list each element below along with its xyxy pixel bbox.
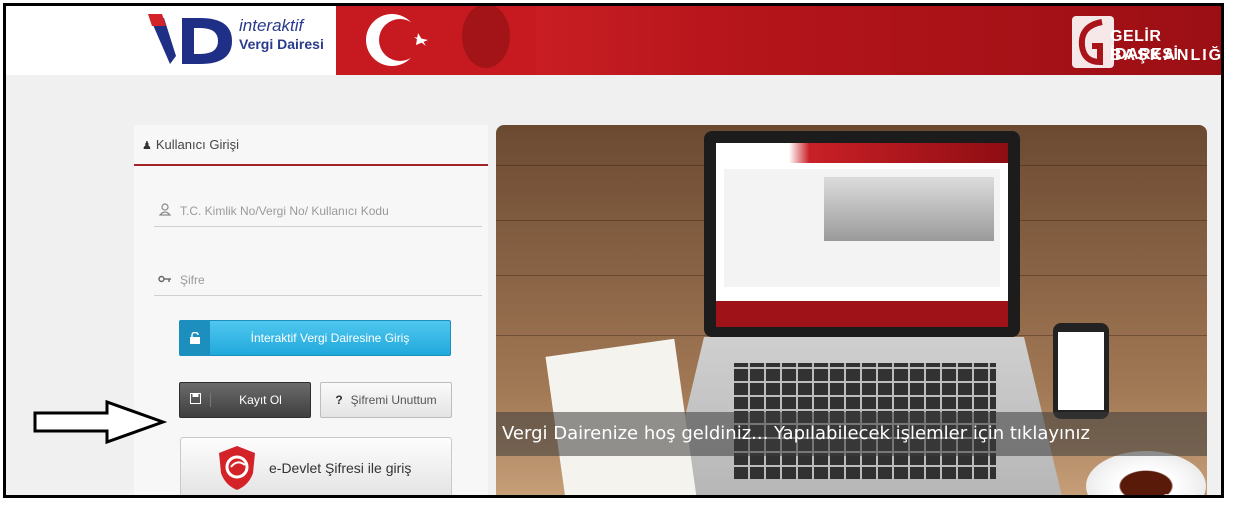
image-slider[interactable]: Vergi Dairenize hoş geldiniz... Yapılabi… xyxy=(496,125,1207,495)
login-title-text: Kullanıcı Girişi xyxy=(155,137,239,152)
site-header: interaktif Vergi Dairesi GELİR İDARESİ B… xyxy=(6,6,1221,75)
slider-caption[interactable]: Vergi Dairenize hoş geldiniz... Yapılabi… xyxy=(502,423,1090,444)
login-panel: ♟ Kullanıcı Girişi T.C. Kimlik No/Vergi N… xyxy=(134,125,488,495)
password-input[interactable]: Şifre xyxy=(154,265,482,296)
slider-dot[interactable] xyxy=(1162,494,1171,495)
login-divider xyxy=(134,164,488,166)
forgot-password-label: Şifremi Unuttum xyxy=(350,393,437,407)
ivd-login-label: İnteraktif Vergi Dairesine Giriş xyxy=(250,331,410,345)
phone-image xyxy=(1053,323,1109,419)
slider-dot[interactable] xyxy=(1188,494,1197,495)
turkish-flag-icon xyxy=(336,6,536,75)
laptop-screen-image xyxy=(704,131,1020,337)
slider-dot[interactable] xyxy=(1175,494,1184,495)
user-icon: ♟ xyxy=(142,140,152,152)
phone-screen xyxy=(1058,332,1104,410)
logo-text-vergi-dairesi: Vergi Dairesi xyxy=(239,36,324,52)
preview-body xyxy=(724,169,1000,287)
floppy-icon xyxy=(180,393,211,407)
preview-footer xyxy=(716,301,1008,327)
key-icon xyxy=(154,273,176,287)
laptop-website-preview xyxy=(716,143,1008,327)
question-icon: ? xyxy=(335,393,343,407)
person-icon xyxy=(154,203,176,219)
forgot-password-button[interactable]: ? Şifremi Unuttum xyxy=(320,382,452,418)
user-id-input[interactable]: T.C. Kimlik No/Vergi No/ Kullanıcı Kodu xyxy=(154,196,482,227)
slider-pagination xyxy=(1162,494,1197,495)
edevlet-login-label: e-Devlet Şifresi ile giriş xyxy=(269,460,412,476)
user-id-placeholder: T.C. Kimlik No/Vergi No/ Kullanıcı Kodu xyxy=(180,204,389,218)
logo-text-interaktif: interaktif xyxy=(239,16,304,35)
ivd-login-button[interactable]: İnteraktif Vergi Dairesine Giriş xyxy=(179,320,451,356)
edevlet-login-button[interactable]: e-Devlet Şifresi ile giriş xyxy=(180,437,452,495)
org-name-line2: BAŞKANLIĞI xyxy=(1110,47,1224,64)
edevlet-shield-icon xyxy=(219,446,255,490)
register-button[interactable]: Kayıt Ol xyxy=(179,382,311,418)
register-label: Kayıt Ol xyxy=(239,393,282,407)
coffee-cup-image xyxy=(1086,451,1206,495)
login-title: ♟ Kullanıcı Girişi xyxy=(142,137,239,152)
password-placeholder: Şifre xyxy=(180,273,205,287)
gib-logo-icon xyxy=(1072,16,1114,68)
preview-header xyxy=(716,143,1008,163)
screenshot-frame: interaktif Vergi Dairesi GELİR İDARESİ B… xyxy=(3,3,1224,498)
unlock-icon xyxy=(180,321,210,355)
arrow-annotation-icon xyxy=(33,399,167,445)
ivd-logo-icon[interactable] xyxy=(146,12,236,68)
preview-clock-photo xyxy=(824,177,994,241)
